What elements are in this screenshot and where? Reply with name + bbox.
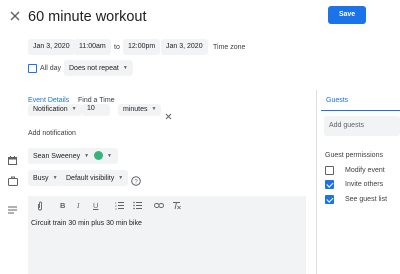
chevron-down-icon: ▼ bbox=[151, 106, 157, 112]
start-date-field[interactable]: Jan 3, 2020 bbox=[28, 39, 75, 55]
save-button[interactable]: Save bbox=[328, 6, 366, 24]
add-notification-button[interactable]: Add notification bbox=[28, 129, 76, 139]
notification-unit-value: minutes bbox=[123, 106, 148, 113]
notification-amount-value: 10 bbox=[87, 105, 95, 112]
event-title-input[interactable]: 60 minute workout bbox=[28, 6, 146, 28]
help-icon[interactable]: ? bbox=[131, 173, 141, 186]
close-icon[interactable] bbox=[9, 9, 21, 21]
start-time-field[interactable]: 11:00am bbox=[74, 39, 111, 55]
event-color-dropdown[interactable]: ▼ bbox=[90, 148, 118, 164]
notification-amount-input[interactable]: 10 bbox=[82, 104, 110, 116]
invite-others-checkbox[interactable] bbox=[325, 180, 334, 189]
description-text[interactable]: Circuit train 30 min plus 30 min bike bbox=[31, 220, 142, 227]
bulleted-list-icon[interactable] bbox=[133, 201, 142, 213]
event-color-swatch bbox=[94, 150, 103, 160]
notification-unit-dropdown[interactable]: minutes ▼ bbox=[118, 104, 162, 116]
chevron-down-icon: ▼ bbox=[122, 65, 128, 71]
svg-text:3: 3 bbox=[115, 207, 117, 210]
chevron-down-icon: ▼ bbox=[107, 153, 112, 159]
tab-guests[interactable]: Guests bbox=[326, 96, 348, 106]
all-day-checkbox[interactable] bbox=[28, 64, 37, 73]
end-date-field[interactable]: Jan 3, 2020 bbox=[161, 39, 208, 55]
chevron-down-icon: ▼ bbox=[52, 175, 58, 181]
description-editor[interactable] bbox=[28, 196, 306, 274]
guest-permissions-label: Guest permissions bbox=[325, 152, 383, 159]
add-guests-placeholder: Add guests bbox=[329, 122, 365, 129]
repeat-value: Does not repeat bbox=[69, 65, 119, 72]
panel-divider bbox=[316, 90, 317, 274]
link-icon[interactable] bbox=[154, 201, 164, 213]
to-label: to bbox=[114, 44, 120, 51]
invite-others-label: Invite others bbox=[345, 181, 384, 188]
repeat-dropdown[interactable]: Does not repeat ▼ bbox=[64, 60, 133, 76]
guests-tab-indicator bbox=[321, 110, 400, 111]
calendar-icon bbox=[8, 152, 17, 165]
visibility-value: Default visibility bbox=[66, 175, 115, 182]
availability-value: Busy bbox=[33, 175, 49, 182]
description-icon bbox=[8, 201, 17, 214]
chevron-down-icon: ▼ bbox=[118, 175, 124, 181]
calendar-owner-value: Sean Sweeney bbox=[33, 153, 81, 160]
chevron-down-icon: ▼ bbox=[71, 106, 77, 112]
attachment-icon[interactable] bbox=[37, 201, 43, 214]
underline-icon[interactable]: U bbox=[93, 201, 98, 211]
see-guest-list-label: See guest list bbox=[345, 196, 388, 203]
visibility-dropdown[interactable]: Default visibility ▼ bbox=[61, 170, 129, 186]
add-guests-input[interactable]: Add guests bbox=[324, 116, 400, 136]
bold-icon[interactable]: B bbox=[60, 201, 65, 211]
briefcase-icon bbox=[8, 173, 18, 186]
notification-type-dropdown[interactable]: Notification ▼ bbox=[28, 104, 82, 116]
end-time-field[interactable]: 12:00pm bbox=[123, 39, 161, 55]
availability-dropdown[interactable]: Busy ▼ bbox=[28, 170, 63, 186]
see-guest-list-checkbox[interactable] bbox=[325, 195, 334, 204]
chevron-down-icon: ▼ bbox=[84, 153, 90, 159]
modify-event-label: Modify event bbox=[345, 167, 385, 174]
notification-type-value: Notification bbox=[33, 106, 68, 113]
numbered-list-icon[interactable]: 123 bbox=[115, 201, 124, 213]
calendar-owner-dropdown[interactable]: Sean Sweeney ▼ bbox=[28, 148, 95, 164]
all-day-label: All day bbox=[40, 65, 62, 72]
modify-event-checkbox[interactable] bbox=[325, 166, 334, 175]
clear-formatting-icon[interactable] bbox=[172, 201, 181, 213]
remove-notification-icon[interactable] bbox=[165, 107, 172, 120]
timezone-button[interactable]: Time zone bbox=[213, 43, 245, 53]
italic-icon[interactable]: I bbox=[77, 201, 80, 211]
